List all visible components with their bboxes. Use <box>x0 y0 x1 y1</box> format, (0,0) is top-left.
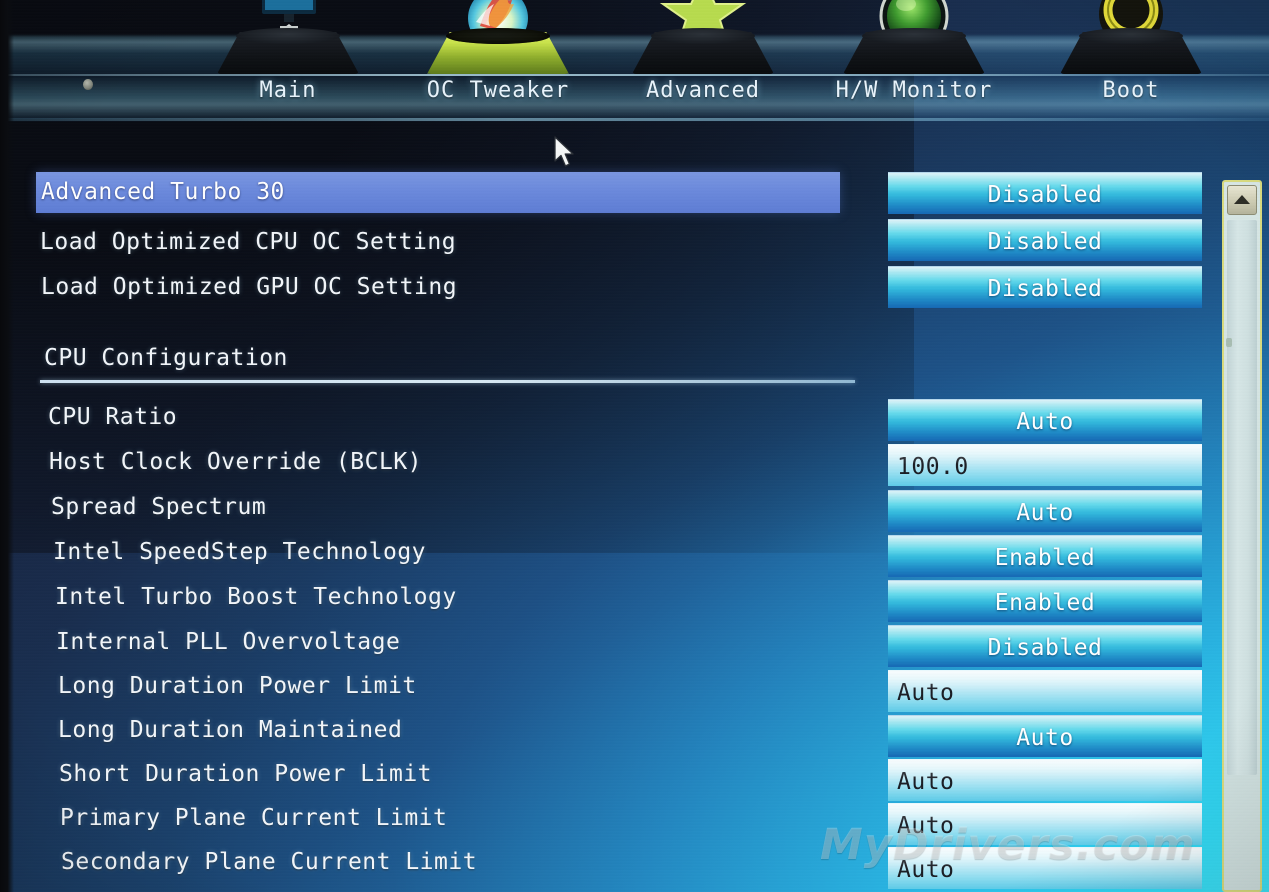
value-dropdown-intel-turbo-boost[interactable]: Enabled <box>888 580 1202 622</box>
top-navigation-bar: ASRock Main <box>0 0 1269 122</box>
pedestal-top <box>862 28 966 44</box>
value-dropdown-intel-speedstep[interactable]: Enabled <box>888 535 1202 577</box>
nav-tab-boot[interactable]: Boot <box>1036 0 1226 122</box>
value-text: Enabled <box>994 590 1096 616</box>
value-dropdown-load-optimized-gpu-oc[interactable]: Disabled <box>888 266 1202 308</box>
scrollbar-notch <box>1226 338 1232 347</box>
value-dropdown-cpu-ratio[interactable]: Auto <box>888 399 1202 441</box>
value-dropdown-long-duration-maintained[interactable]: Auto <box>888 715 1202 757</box>
settings-panel: Advanced Turbo 30 Load Optimized CPU OC … <box>0 122 1269 892</box>
vertical-scrollbar[interactable] <box>1222 180 1262 892</box>
setting-label: Intel SpeedStep Technology <box>53 539 427 565</box>
pedestal-top <box>651 28 755 44</box>
value-text: Enabled <box>994 545 1096 571</box>
nav-tab-oc-tweaker[interactable]: OC Tweaker <box>403 0 593 122</box>
value-input-secondary-plane-current-limit[interactable]: Auto <box>888 847 1202 889</box>
setting-label: Spread Spectrum <box>51 494 267 520</box>
nav-pedestal <box>629 0 777 74</box>
value-input-long-duration-power-limit[interactable]: Auto <box>888 670 1202 712</box>
arrow-cursor <box>554 136 578 170</box>
setting-label: Long Duration Maintained <box>58 717 403 743</box>
value-text: Auto <box>897 813 955 839</box>
nav-pedestal: ASRock <box>214 0 362 74</box>
scrollbar-thumb[interactable] <box>1226 220 1257 775</box>
value-input-host-clock-override[interactable]: 100.0 <box>888 444 1202 486</box>
value-input-short-duration-power-limit[interactable]: Auto <box>888 759 1202 801</box>
setting-label: Advanced Turbo 30 <box>41 179 285 205</box>
value-text: Auto <box>897 680 955 706</box>
pedestal-top <box>1079 28 1183 44</box>
value-dropdown-internal-pll-overvoltage[interactable]: Disabled <box>888 625 1202 667</box>
setting-label: CPU Ratio <box>48 404 178 430</box>
bios-screen-photo: ASRock Main <box>0 0 1269 892</box>
nav-pedestal <box>424 0 572 74</box>
pedestal-top <box>446 28 550 44</box>
value-input-primary-plane-current-limit[interactable]: Auto <box>888 803 1202 845</box>
value-dropdown-spread-spectrum[interactable]: Auto <box>888 490 1202 532</box>
setting-label: Primary Plane Current Limit <box>60 805 448 831</box>
triangle-up-icon <box>1234 195 1250 205</box>
value-text: Auto <box>1016 409 1074 435</box>
nav-tab-main[interactable]: ASRock Main <box>193 0 383 122</box>
value-text: Auto <box>1016 725 1074 751</box>
nav-tab-label: Advanced <box>646 78 760 103</box>
pedestal-top <box>236 28 340 44</box>
setting-label: Load Optimized CPU OC Setting <box>40 229 457 255</box>
section-divider <box>40 380 855 383</box>
nav-tab-label: Main <box>259 78 317 103</box>
nav-tab-label: Boot <box>1102 78 1160 103</box>
value-text: Disabled <box>987 276 1103 302</box>
nav-tab-hw-monitor[interactable]: H/W Monitor <box>819 0 1009 122</box>
value-text: Auto <box>897 857 955 883</box>
nav-pedestal <box>840 0 988 74</box>
setting-label: Secondary Plane Current Limit <box>61 849 478 875</box>
scroll-up-button[interactable] <box>1227 185 1257 215</box>
nav-tab-advanced[interactable]: Advanced <box>608 0 798 122</box>
value-text: Disabled <box>987 229 1103 255</box>
nav-tab-label: OC Tweaker <box>426 78 570 103</box>
selected-row-highlight[interactable]: Advanced Turbo 30 <box>36 172 840 213</box>
setting-label: Load Optimized GPU OC Setting <box>41 274 458 300</box>
screen-dust-speck <box>83 79 93 90</box>
setting-label: Intel Turbo Boost Technology <box>55 584 457 610</box>
setting-label: Short Duration Power Limit <box>59 761 433 787</box>
value-text: Disabled <box>987 182 1103 208</box>
value-text: Auto <box>897 769 955 795</box>
nav-tab-label: H/W Monitor <box>835 78 993 103</box>
value-column: Disabled Disabled Disabled Auto 100.0 Au… <box>888 122 1208 892</box>
value-dropdown-load-optimized-cpu-oc[interactable]: Disabled <box>888 219 1202 261</box>
setting-label: Host Clock Override (BCLK) <box>49 449 423 475</box>
setting-label: Internal PLL Overvoltage <box>56 629 401 655</box>
value-text: Auto <box>1016 500 1074 526</box>
setting-label: Long Duration Power Limit <box>58 673 417 699</box>
value-text: Disabled <box>987 635 1103 661</box>
value-text: 100.0 <box>897 454 969 480</box>
section-heading: CPU Configuration <box>44 345 288 371</box>
value-dropdown-advanced-turbo-30[interactable]: Disabled <box>888 172 1202 214</box>
nav-pedestal <box>1057 0 1205 74</box>
